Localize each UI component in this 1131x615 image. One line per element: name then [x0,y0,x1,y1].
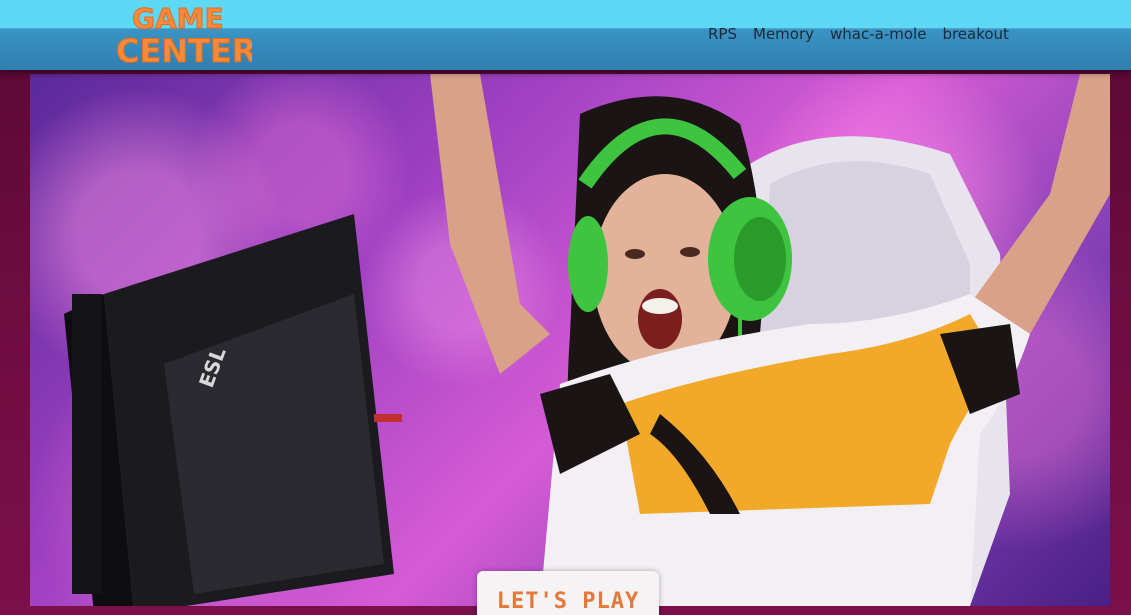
gamer-illustration [430,74,1110,606]
logo-line1: GAME [132,2,224,35]
page: GAME CENTER. RPS Memory whac-a-mole brea… [0,0,1131,615]
monitor-illustration: ESL [64,214,402,606]
nav-breakout[interactable]: breakout [934,24,1017,44]
nav-rps[interactable]: RPS [700,24,745,44]
lets-play-button[interactable]: LET'S PLAY [477,571,659,615]
hero-image: ESL [30,74,1110,606]
logo-line2: CENTER. [116,32,252,68]
nav-memory[interactable]: Memory [745,24,822,44]
site-header: GAME CENTER. RPS Memory whac-a-mole brea… [0,0,1131,70]
nav-whac-a-mole[interactable]: whac-a-mole [822,24,934,44]
main-nav: RPS Memory whac-a-mole breakout [700,24,1017,44]
lets-play-label: LET'S PLAY [496,589,640,614]
game-center-logo[interactable]: GAME CENTER. [112,0,253,69]
